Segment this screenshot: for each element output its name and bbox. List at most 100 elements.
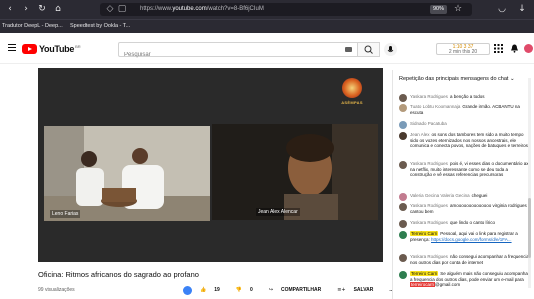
search-button[interactable] bbox=[358, 42, 380, 57]
chat-author-member[interactable]: Terreiro Carri bbox=[410, 231, 439, 236]
chat-message: Yaskara Rodrigues a benção a todos bbox=[399, 94, 531, 102]
chat-header[interactable]: Repetição das principais mensagens do ch… bbox=[399, 76, 515, 82]
chat-message: Terreiro Carri Pessoal, aqui vai o link p… bbox=[399, 231, 531, 242]
avatar bbox=[399, 94, 407, 102]
chat-author[interactable]: Sidnado Pacatuba bbox=[410, 121, 447, 126]
scrollbar-thumb[interactable] bbox=[528, 198, 531, 258]
avatar bbox=[399, 161, 407, 169]
participant-video-2: Jean Alex Alencar bbox=[212, 124, 378, 220]
mic-button[interactable] bbox=[384, 43, 397, 56]
avatar bbox=[399, 271, 407, 279]
bookmarks-bar: Tradutor DeepL - Deep... Speedtest by Oo… bbox=[0, 19, 534, 33]
video-title: Oficina: Ritmos africanos do sagrado ao … bbox=[38, 270, 199, 279]
chat-author[interactable]: Yaskara Rodrigues bbox=[410, 254, 448, 259]
extension-widget[interactable]: 1:10 3 37 2 min this 20 bbox=[436, 43, 490, 55]
avatar bbox=[399, 203, 407, 211]
chat-message: Yaskara Rodrigues amoooooooooooooo virgin… bbox=[399, 203, 531, 214]
microphone-icon bbox=[387, 46, 394, 53]
chat-message: Jean Alex os sons dos tambores tem sido a… bbox=[399, 132, 531, 149]
avatar bbox=[399, 193, 407, 201]
participants-scene-1 bbox=[44, 126, 210, 221]
chat-message: Valeria Gecina Valeria Gecina cheguei bbox=[399, 193, 531, 201]
notifications-icon[interactable] bbox=[510, 44, 519, 53]
browser-toolbar: ‹ › ↻ ⌂ ◇ ▢ https://www.youtube.com/watc… bbox=[0, 0, 534, 19]
search-box[interactable] bbox=[118, 42, 358, 62]
chat-link[interactable]: https://docs.google.com/forms/d/e/1FA... bbox=[431, 237, 512, 242]
forward-icon[interactable]: › bbox=[20, 3, 32, 15]
chat-author-member[interactable]: Terreiro Carri bbox=[410, 271, 439, 276]
channel-logo-icon bbox=[342, 78, 362, 98]
search-icon bbox=[364, 45, 373, 54]
chat-text: a benção a todos bbox=[449, 94, 485, 99]
chat-author[interactable]: Valeria Gecina Valeria Gecina bbox=[410, 193, 470, 198]
shield-icon[interactable]: ◇ bbox=[104, 3, 116, 15]
chat-header-label: Repetição das principais mensagens do ch… bbox=[399, 76, 509, 82]
reload-icon[interactable]: ↻ bbox=[36, 3, 48, 15]
youtube-header: YouTube BR 1:10 3 37 2 min this 20 bbox=[0, 34, 534, 64]
avatar bbox=[399, 231, 407, 239]
chat-scrollbar[interactable] bbox=[528, 78, 531, 288]
live-chat-panel: Repetição das principais mensagens do ch… bbox=[392, 70, 534, 299]
lock-icon[interactable]: ▢ bbox=[116, 3, 128, 15]
url-bar[interactable]: ◇ ▢ https://www.youtube.com/watch?v=8-Bf… bbox=[100, 3, 472, 16]
avatar[interactable] bbox=[524, 44, 533, 53]
view-count: 99 visualizações bbox=[38, 287, 75, 293]
thumbs-up-icon: 👍 bbox=[200, 287, 207, 293]
share-label: COMPARTILHAR bbox=[281, 287, 322, 293]
keyboard-icon[interactable] bbox=[345, 47, 352, 52]
bookmark-deepl[interactable]: Tradutor DeepL - Deep... bbox=[2, 22, 63, 31]
chat-text: que lindo o canto lírico bbox=[449, 220, 495, 225]
save-label: SALVAR bbox=[353, 287, 374, 293]
participant-name-2: Jean Alex Alencar bbox=[256, 208, 300, 216]
chat-message: Yaskara Rodrigues não consegui acompanhar… bbox=[399, 254, 531, 265]
chat-message: Yaskara Rodrigues pois é, vi esses dias o… bbox=[399, 161, 531, 178]
share-button[interactable]: ↪ COMPARTILHAR bbox=[269, 287, 329, 293]
zoom-level[interactable]: 90% bbox=[430, 5, 448, 14]
chat-author[interactable]: Tuato Lobtu Koomannaja bbox=[410, 104, 460, 109]
chat-text-tail: @gmail.com bbox=[435, 282, 461, 288]
chat-message: Tuato Lobtu Koomannaja Grande irmão. ACBA… bbox=[399, 104, 531, 115]
home-icon[interactable]: ⌂ bbox=[52, 3, 64, 15]
extension-badge-icon[interactable] bbox=[183, 285, 192, 295]
star-icon[interactable]: ☆ bbox=[452, 3, 464, 15]
avatar bbox=[399, 220, 407, 228]
chat-text: cheguei bbox=[471, 193, 488, 198]
dislike-count: 0 bbox=[250, 287, 253, 293]
url-text[interactable]: https://www.youtube.com/watch?v=8-Bf6jCI… bbox=[140, 5, 264, 14]
chat-author[interactable]: Yaskara Rodrigues bbox=[410, 161, 448, 166]
chat-author[interactable]: Yaskara Rodrigues bbox=[410, 94, 448, 99]
avatar bbox=[399, 254, 407, 262]
dislike-button[interactable]: 👎 0 bbox=[236, 287, 261, 293]
video-actions: 👍19 👎0 ↪COMPARTILHAR ≡+SALVAR ... bbox=[183, 285, 402, 295]
share-icon: ↪ bbox=[268, 287, 274, 293]
chat-highlight: terreirocarri bbox=[410, 282, 436, 288]
chat-author[interactable]: Yaskara Rodrigues bbox=[410, 203, 448, 208]
participant-scene-2 bbox=[212, 124, 378, 220]
save-button[interactable]: ≡+ SALVAR bbox=[337, 287, 381, 293]
video-player[interactable]: ASÈMPAS Leno Farias Jean Alex Alencar bbox=[38, 68, 383, 262]
chevron-down-icon: ⌄ bbox=[510, 76, 515, 82]
like-button[interactable]: 👍 19 bbox=[200, 287, 228, 293]
channel-watermark: ASÈMPAS bbox=[337, 78, 367, 112]
menu-icon[interactable] bbox=[8, 44, 16, 52]
logo-country: BR bbox=[75, 44, 81, 49]
apps-icon[interactable] bbox=[494, 44, 503, 53]
youtube-play-icon bbox=[22, 44, 37, 54]
chat-message: Yaskara Rodrigues que lindo o canto líric… bbox=[399, 220, 531, 228]
like-count: 19 bbox=[214, 287, 220, 293]
avatar bbox=[399, 104, 407, 112]
extension-stats-sub: 2 min this 20 bbox=[448, 48, 478, 55]
download-icon[interactable]: ↓ bbox=[516, 3, 528, 15]
chat-author[interactable]: Yaskara Rodrigues bbox=[410, 220, 448, 225]
chat-author[interactable]: Jean Alex bbox=[410, 132, 430, 137]
avatar bbox=[399, 132, 407, 140]
logo-text: YouTube bbox=[39, 44, 75, 54]
pocket-icon[interactable]: ◡ bbox=[496, 3, 508, 15]
participant-name-1: Leno Farias bbox=[50, 210, 81, 218]
back-icon[interactable]: ‹ bbox=[4, 3, 16, 15]
thumbs-down-icon: 👎 bbox=[235, 287, 243, 293]
bookmark-speedtest[interactable]: Speedtest by Ookla - T... bbox=[70, 22, 130, 31]
search-input[interactable] bbox=[119, 48, 339, 62]
youtube-logo[interactable]: YouTube BR bbox=[22, 43, 81, 55]
channel-logo-text: ASÈMPAS bbox=[341, 100, 363, 105]
